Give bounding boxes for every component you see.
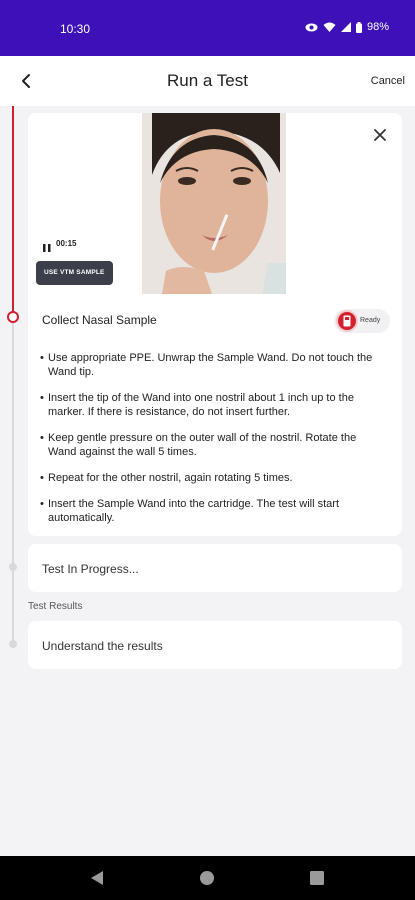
timeline-dot-results [9,640,17,648]
status-bar: 10:30 98% [0,0,415,56]
app-bar: Run a Test Cancel [0,56,415,106]
eye-icon [305,23,318,32]
battery-percent: 98% [366,21,389,33]
nav-home-icon[interactable] [199,870,215,891]
nav-recents-icon[interactable] [310,871,324,890]
test-in-progress-label: Test In Progress... [42,562,139,576]
list-item: Repeat for the other nostril, again rota… [40,471,382,485]
status-time: 10:30 [60,22,91,36]
instruction-video[interactable]: 00:15 USE VTM SAMPLE [28,113,402,294]
timeline-line-completed [12,106,14,318]
page-title: Run a Test [167,71,248,90]
pause-icon[interactable] [42,240,52,252]
cartridge-icon [338,312,356,330]
use-vtm-sample-button[interactable]: USE VTM SAMPLE [36,261,113,285]
cartridge-status-badge: Ready [334,309,390,333]
cancel-button[interactable]: Cancel [371,75,405,87]
progress-timeline [0,106,26,856]
understand-results-card[interactable]: Understand the results [28,621,402,669]
wifi-icon [323,22,336,32]
battery-icon [355,21,362,33]
timeline-line-pending [12,318,14,648]
close-icon[interactable] [372,127,388,143]
instruction-list: Use appropriate PPE. Unwrap the Sample W… [40,351,382,536]
system-nav-bar [0,856,415,900]
timeline-dot-progress [9,563,17,571]
test-in-progress-card[interactable]: Test In Progress... [28,544,402,592]
status-icons: 98% [305,21,389,33]
signal-icon [340,22,351,32]
timeline-dot-current [7,311,19,323]
status-label: Ready [360,317,381,324]
list-item: Insert the tip of the Wand into one nost… [40,391,382,419]
understand-results-label: Understand the results [42,639,163,653]
collect-sample-card: 00:15 USE VTM SAMPLE Collect Nasal Sampl… [28,113,402,536]
video-elapsed-time: 00:15 [56,239,77,248]
nav-back-icon[interactable] [90,870,104,891]
step-title: Collect Nasal Sample [42,313,157,327]
list-item: Insert the Sample Wand into the cartridg… [40,497,382,525]
test-results-heading: Test Results [28,601,83,612]
video-frame-image [142,113,286,294]
list-item: Keep gentle pressure on the outer wall o… [40,431,382,459]
list-item: Use appropriate PPE. Unwrap the Sample W… [40,351,382,379]
